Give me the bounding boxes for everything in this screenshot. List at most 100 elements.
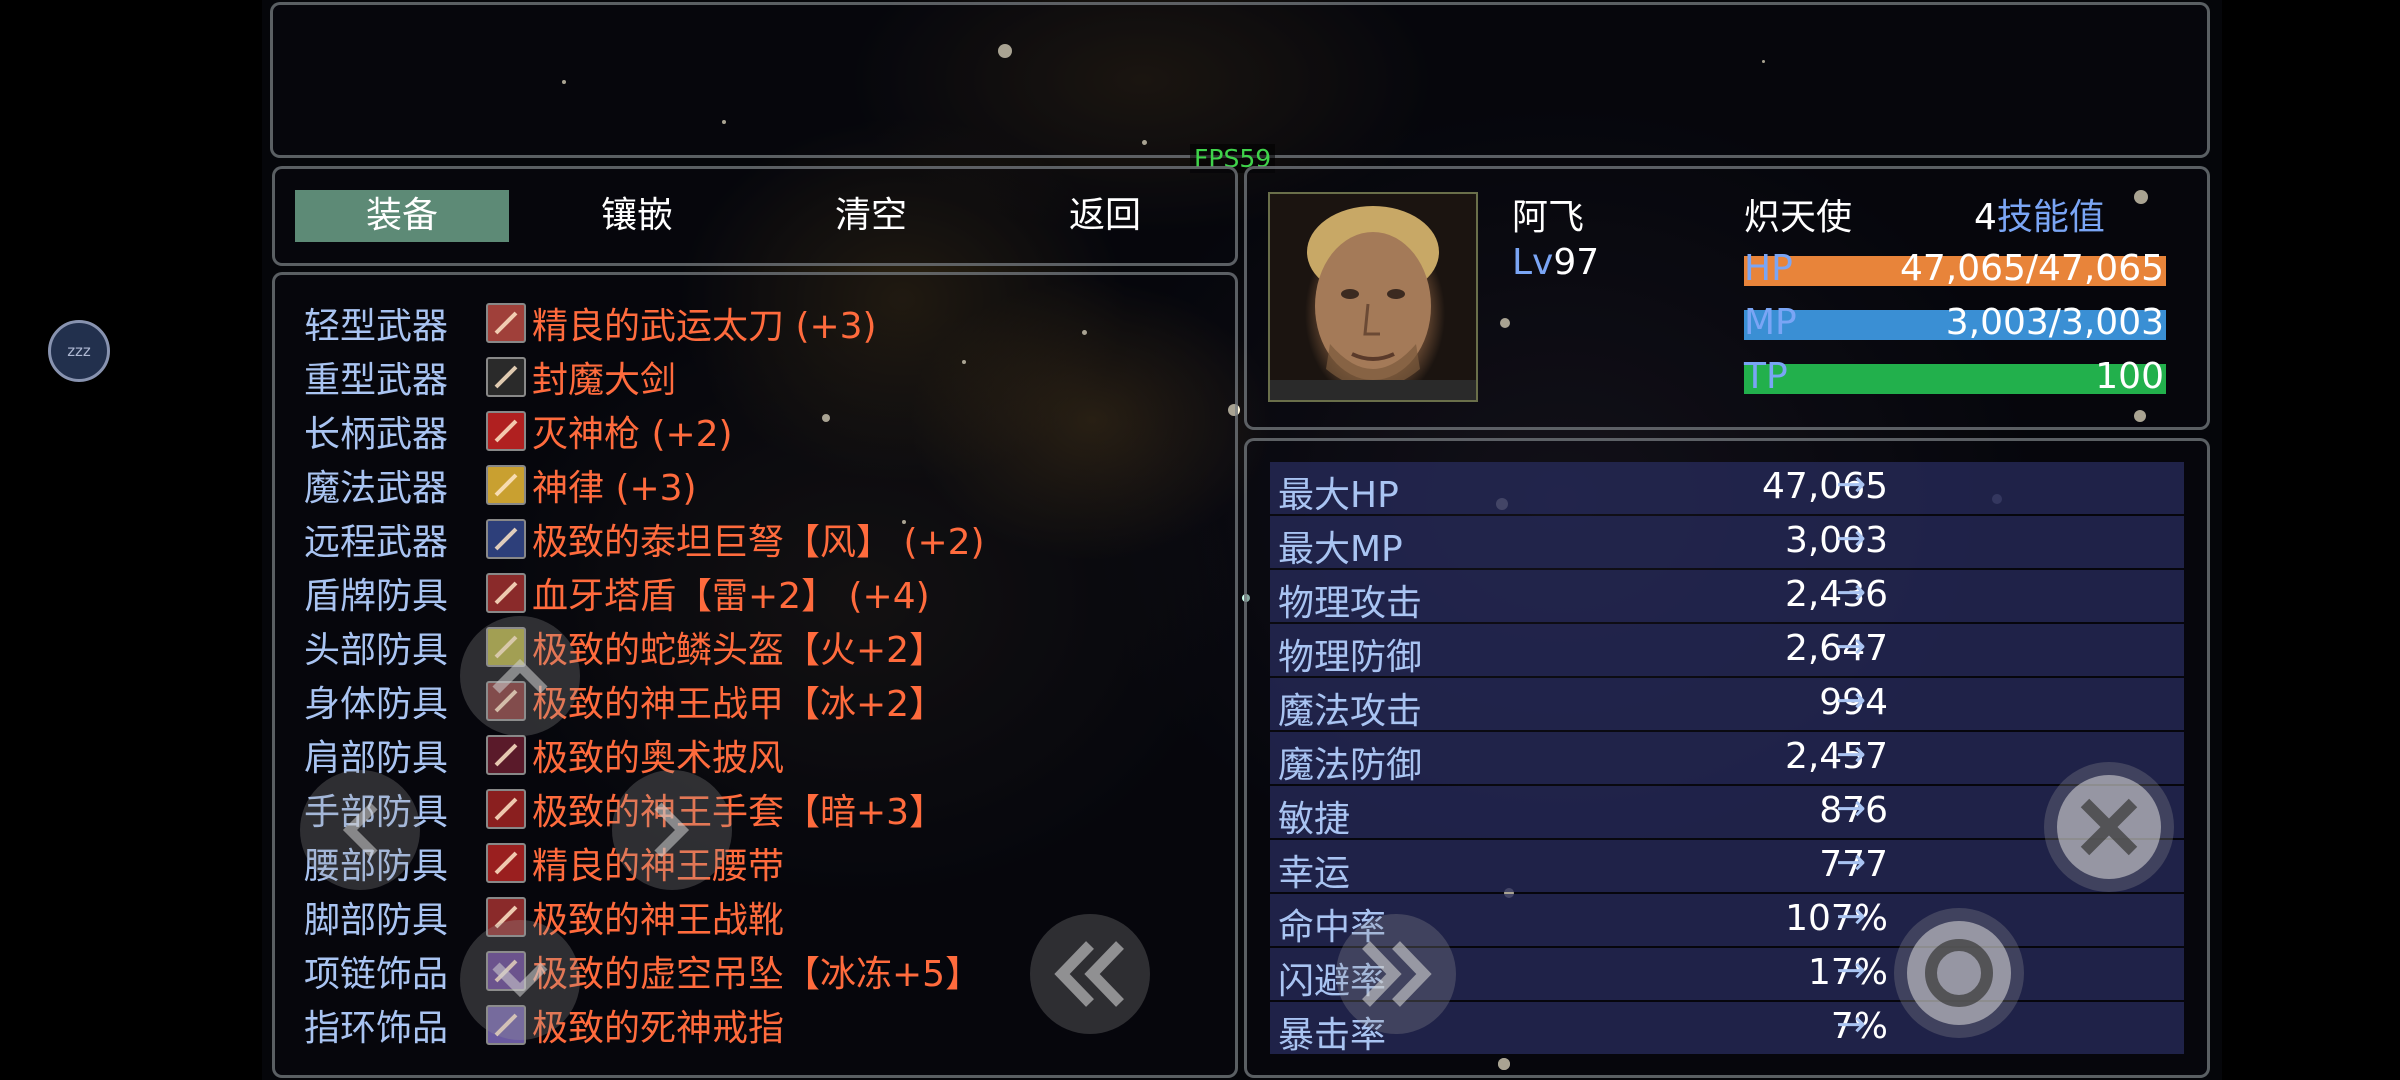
arrow-right-icon: →: [1836, 1004, 1867, 1045]
slot-label: 肩部防具: [304, 738, 449, 779]
bar-label: HP: [1744, 248, 1793, 289]
double-chevron-right-icon: [1362, 941, 1432, 1007]
dpad-up-button[interactable]: [460, 616, 580, 736]
slot-label: 魔法武器: [304, 468, 449, 509]
arrow-right-icon: →: [1836, 950, 1867, 991]
stat-label: 敏捷: [1278, 799, 1351, 840]
equipment-slot-row[interactable]: 长柄武器 灭神枪 (+2): [304, 406, 733, 456]
bar-value: 3,003/3,003: [1945, 302, 2164, 343]
bar-label: TP: [1744, 356, 1788, 397]
bar-value: 47,065/47,065: [1899, 248, 2164, 289]
stat-label: 最大HP: [1278, 475, 1399, 516]
slot-label: 长柄武器: [304, 414, 449, 455]
item-name: 极致的泰坦巨弩【风】 (+2): [532, 522, 985, 563]
arrow-right-icon: →: [1836, 842, 1867, 883]
arrow-right-icon: →: [1836, 788, 1867, 829]
arrow-right-icon: →: [1836, 518, 1867, 559]
stat-row: 最大MP 3,003 →: [1270, 516, 2184, 570]
arrow-right-icon: →: [1836, 734, 1867, 775]
arrow-right-icon: →: [1836, 572, 1867, 613]
slot-label: 轻型武器: [304, 306, 449, 347]
equipment-slot-row[interactable]: 重型武器 封魔大剑: [304, 352, 676, 402]
skill-points: 4技能值: [1974, 188, 2105, 240]
shield-icon: [486, 573, 526, 613]
gloves-icon: [486, 789, 526, 829]
tab-back[interactable]: 返回: [998, 190, 1212, 242]
close-icon: [2057, 775, 2161, 879]
greatsword-icon: [486, 357, 526, 397]
dpad-right-button[interactable]: [612, 770, 732, 890]
item-name: 极致的虚空吊坠【冰冻+5】: [532, 954, 982, 995]
character-portrait: [1268, 192, 1478, 402]
dpad-left-button[interactable]: [300, 770, 420, 890]
slot-label: 项链饰品: [304, 954, 449, 995]
equipment-slot-row[interactable]: 轻型武器 精良的武运太刀 (+3): [304, 298, 877, 348]
portrait-face-icon: [1270, 206, 1476, 400]
stat-label: 物理攻击: [1278, 583, 1423, 624]
character-class: 炽天使: [1744, 197, 1853, 238]
equipment-slot-row[interactable]: 身体防具 极致的神王战甲【冰+2】: [304, 676, 945, 726]
message-panel: [270, 2, 2210, 158]
tome-icon: [486, 465, 526, 505]
item-name: 封魔大剑: [532, 360, 677, 401]
skill-points-value: 4: [1974, 197, 1997, 238]
game-screen: zzz FPS59 装备 镶嵌 清空 返回 轻型武器 精良的武运太刀 (+3) 重型…: [0, 0, 2400, 1080]
equipment-slot-row[interactable]: 盾牌防具 血牙塔盾【雷+2】 (+4): [304, 568, 930, 618]
slot-label: 头部防具: [304, 630, 449, 671]
bar-value: 100: [2095, 356, 2164, 397]
cloak-icon: [486, 735, 526, 775]
slot-label: 盾牌防具: [304, 576, 449, 617]
circle-ok-icon: [1907, 921, 2011, 1025]
chevron-down-icon: [492, 962, 548, 998]
cancel-button[interactable]: [2044, 762, 2174, 892]
stat-row: 魔法攻击 994 →: [1270, 678, 2184, 732]
item-name: 极致的神王战靴: [532, 900, 785, 941]
chevron-left-icon: [342, 802, 378, 858]
equipment-slot-row[interactable]: 魔法武器 神律 (+3): [304, 460, 697, 510]
bar-label: MP: [1744, 302, 1797, 343]
slot-label: 重型武器: [304, 360, 449, 401]
tab-clear[interactable]: 清空: [764, 190, 978, 242]
item-name: 神律 (+3): [532, 468, 697, 509]
belt-icon: [486, 843, 526, 883]
page-prev-button[interactable]: [1030, 914, 1150, 1034]
slot-label: 指环饰品: [304, 1008, 449, 1049]
chevron-up-icon: [492, 658, 548, 694]
arrow-right-icon: →: [1836, 896, 1867, 937]
character-level: Lv97: [1512, 242, 1599, 283]
stat-label: 最大MP: [1278, 529, 1403, 570]
arrow-right-icon: →: [1836, 626, 1867, 667]
tab-equip[interactable]: 装备: [295, 190, 509, 242]
slot-label: 身体防具: [304, 684, 449, 725]
chevron-right-icon: [654, 802, 690, 858]
page-next-button[interactable]: [1336, 914, 1456, 1034]
stat-label: 幸运: [1278, 853, 1351, 894]
stat-value: 47,065: [1762, 466, 1888, 507]
level-value: 97: [1553, 242, 1600, 283]
character-name: 阿飞: [1512, 197, 1585, 238]
slot-label: 脚部防具: [304, 900, 449, 941]
arrow-right-icon: →: [1836, 680, 1867, 721]
skill-points-label: 技能值: [1996, 197, 2105, 238]
equipment-slot-row[interactable]: 远程武器 极致的泰坦巨弩【风】 (+2): [304, 514, 985, 564]
stat-row: 魔法防御 2,457 →: [1270, 732, 2184, 786]
dpad-down-button[interactable]: [460, 920, 580, 1040]
arrow-right-icon: →: [1836, 464, 1867, 505]
bar-tp: TP 100: [1744, 356, 2166, 397]
level-prefix: Lv: [1512, 242, 1554, 283]
confirm-button[interactable]: [1894, 908, 2024, 1038]
stat-label: 物理防御: [1278, 637, 1423, 678]
equipment-slot-row[interactable]: 头部防具 极致的蛇鳞头盔【火+2】: [304, 622, 945, 672]
tab-socket[interactable]: 镶嵌: [530, 190, 744, 242]
idle-indicator-icon[interactable]: zzz: [48, 320, 110, 382]
stat-label: 魔法攻击: [1278, 691, 1423, 732]
item-name: 极致的神王战甲【冰+2】: [532, 684, 946, 725]
item-name: 极致的蛇鳞头盔【火+2】: [532, 630, 946, 671]
idle-badge-text: zzz: [67, 342, 91, 360]
item-name: 极致的神王手套【暗+3】: [532, 792, 946, 833]
equipment-slot-row[interactable]: 项链饰品 极致的虚空吊坠【冰冻+5】: [304, 946, 981, 996]
item-name: 血牙塔盾【雷+2】 (+4): [532, 576, 930, 617]
bar-mp: MP 3,003/3,003: [1744, 302, 2166, 343]
double-chevron-left-icon: [1054, 941, 1124, 1007]
stat-label: 魔法防御: [1278, 745, 1423, 786]
